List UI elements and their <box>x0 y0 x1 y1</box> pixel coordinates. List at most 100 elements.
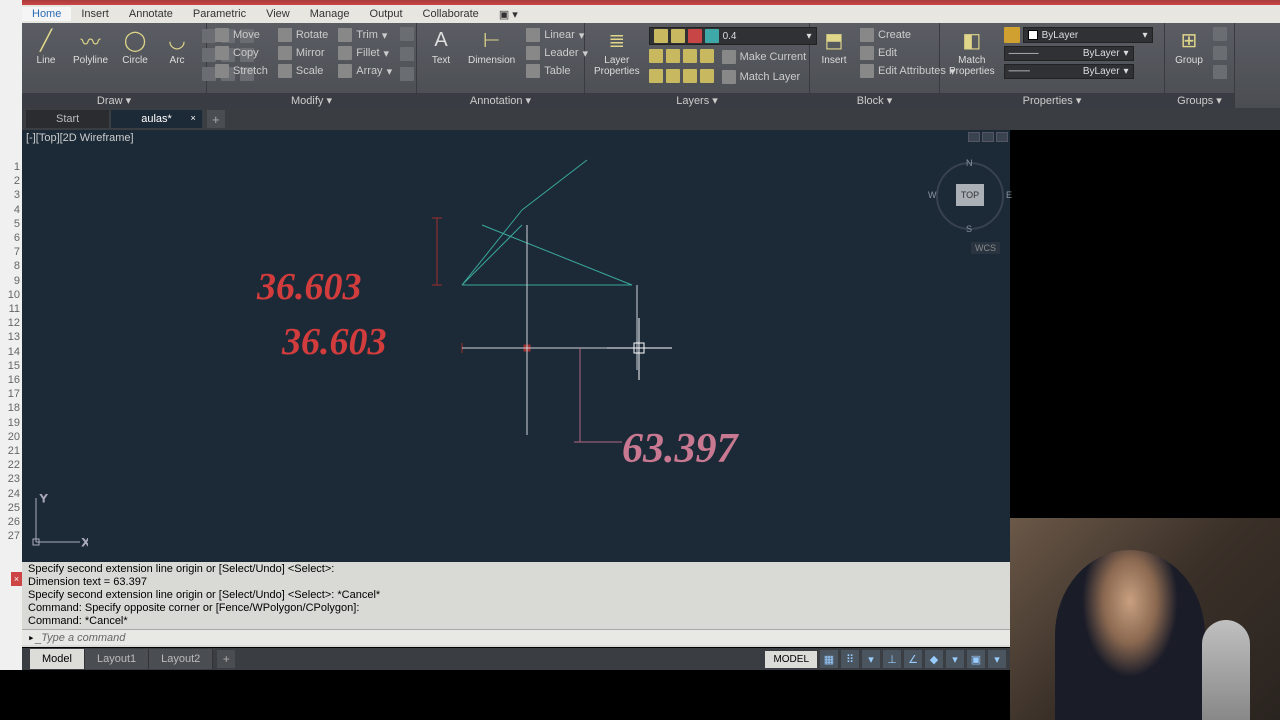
array-button[interactable]: Array ▾ <box>336 63 394 79</box>
color-swatch[interactable] <box>1004 27 1020 43</box>
status-polar[interactable]: ∠ <box>904 650 922 668</box>
add-tab-button[interactable]: + <box>207 110 225 128</box>
scale-button[interactable]: Scale <box>276 63 330 79</box>
make-current-button[interactable]: Make Current <box>720 49 809 65</box>
panel-block-label[interactable]: Block ▾ <box>810 93 939 108</box>
panel-layers-label[interactable]: Layers ▾ <box>585 93 809 108</box>
file-tabs: Start aulas*× + <box>22 108 1280 130</box>
status-iso[interactable]: ◆ <box>925 650 943 668</box>
panel-properties-label[interactable]: Properties ▾ <box>940 93 1164 108</box>
status-dyn[interactable]: ▾ <box>862 650 880 668</box>
tab-collaborate[interactable]: Collaborate <box>413 7 489 21</box>
tab-featured[interactable]: ▣ ▾ <box>489 7 528 22</box>
stretch-button[interactable]: Stretch <box>213 63 270 79</box>
panel-annotation-label[interactable]: Annotation ▾ <box>417 93 584 108</box>
add-layout[interactable]: + <box>217 650 235 668</box>
tab-parametric[interactable]: Parametric <box>183 7 256 21</box>
dimension-button[interactable]: ⊢Dimension <box>462 25 521 68</box>
command-input-row[interactable]: ▸_ Type a command <box>22 629 1010 645</box>
tab-manage[interactable]: Manage <box>300 7 360 21</box>
edit-icon <box>860 46 874 60</box>
mirror-icon <box>278 46 292 60</box>
tab-start[interactable]: Start <box>26 110 109 128</box>
drawing-canvas[interactable]: [-][Top][2D Wireframe] <box>22 130 1010 562</box>
panel-draw: ╱Line 〰Polyline ◯Circle ◡Arc Draw ▾ <box>22 23 207 108</box>
panel-modify-label[interactable]: Modify ▾ <box>207 93 416 108</box>
viewcube-w[interactable]: W <box>928 190 937 200</box>
match-properties-button[interactable]: ◧Match Properties <box>943 25 1001 79</box>
circle-button[interactable]: ◯Circle <box>114 25 156 68</box>
close-icon[interactable]: × <box>191 113 196 123</box>
viewcube[interactable]: TOP N S W E <box>934 160 1006 232</box>
match-layer-button[interactable]: Match Layer <box>720 69 803 85</box>
leader-icon <box>526 46 540 60</box>
move-button[interactable]: Move <box>213 27 270 43</box>
match-layer-icon <box>722 70 736 84</box>
tab-annotate[interactable]: Annotate <box>119 7 183 21</box>
status-model[interactable]: MODEL <box>765 651 817 668</box>
person-silhouette <box>1055 550 1205 720</box>
group-extra-2[interactable] <box>1213 46 1227 60</box>
group-extra-3[interactable] <box>1213 65 1227 79</box>
copy-button[interactable]: Copy <box>213 45 270 61</box>
modify-extra-3[interactable] <box>400 67 414 81</box>
layer-tools-icons[interactable] <box>649 69 714 85</box>
svg-text:Y: Y <box>40 493 48 505</box>
layer-state-icons[interactable] <box>649 49 714 65</box>
status-grid[interactable]: ▦ <box>820 650 838 668</box>
layer-properties-button[interactable]: ≣Layer Properties <box>588 25 646 79</box>
leader-button[interactable]: Leader ▾ <box>524 45 590 61</box>
tab-layout1[interactable]: Layout1 <box>85 649 149 669</box>
panel-draw-label[interactable]: Draw ▾ <box>22 93 206 108</box>
viewcube-top[interactable]: TOP <box>956 184 984 206</box>
move-icon <box>215 28 229 42</box>
line-button[interactable]: ╱Line <box>25 25 67 68</box>
ribbon-tabs: Home Insert Annotate Parametric View Man… <box>22 5 1280 23</box>
viewcube-e[interactable]: E <box>1006 190 1012 200</box>
wcs-label[interactable]: WCS <box>971 242 1000 254</box>
rotate-button[interactable]: Rotate <box>276 27 330 43</box>
insert-button[interactable]: ⬒Insert <box>813 25 855 68</box>
status-snap[interactable]: ⠿ <box>841 650 859 668</box>
status-more1[interactable]: ▾ <box>946 650 964 668</box>
table-button[interactable]: Table <box>524 63 590 79</box>
make-current-icon <box>722 50 736 64</box>
panel-groups-label[interactable]: Groups ▾ <box>1165 93 1234 108</box>
trim-button[interactable]: Trim ▾ <box>336 27 394 43</box>
dimension-text-1: 36.603 <box>257 265 362 309</box>
tab-layout2[interactable]: Layout2 <box>149 649 213 669</box>
linear-button[interactable]: Linear ▾ <box>524 27 590 43</box>
linetype-dropdown[interactable]: ───ByLayer▾ <box>1004 64 1134 79</box>
drawing-svg <box>22 130 1010 562</box>
modify-extra-1[interactable] <box>400 27 414 41</box>
status-ortho[interactable]: ⊥ <box>883 650 901 668</box>
ucs-icon: Y X <box>28 490 88 550</box>
mirror-button[interactable]: Mirror <box>276 45 330 61</box>
polyline-button[interactable]: 〰Polyline <box>67 25 114 68</box>
text-button[interactable]: AText <box>420 25 462 68</box>
color-dropdown[interactable]: ByLayer▾ <box>1023 27 1153 43</box>
group-extra-1[interactable] <box>1213 27 1227 41</box>
layer-dropdown[interactable]: 0.4 ▾ <box>649 27 817 45</box>
webcam-overlay <box>1010 518 1280 720</box>
status-more2[interactable]: ▾ <box>988 650 1006 668</box>
tab-output[interactable]: Output <box>360 7 413 21</box>
tab-insert[interactable]: Insert <box>71 7 119 21</box>
viewcube-s[interactable]: S <box>966 224 972 234</box>
panel-layers: ≣Layer Properties 0.4 ▾ Make Current Mat… <box>585 23 810 108</box>
command-close[interactable]: × <box>11 572 22 586</box>
dimension-icon: ⊢ <box>477 27 507 53</box>
tab-aulas[interactable]: aulas*× <box>111 110 202 128</box>
group-button[interactable]: ⊞Group <box>1168 25 1210 68</box>
fillet-button[interactable]: Fillet ▾ <box>336 45 394 61</box>
copy-icon <box>215 46 229 60</box>
tab-view[interactable]: View <box>256 7 300 21</box>
viewcube-n[interactable]: N <box>966 158 973 168</box>
status-3d[interactable]: ▣ <box>967 650 985 668</box>
arc-icon: ◡ <box>162 27 192 53</box>
tab-home[interactable]: Home <box>22 7 71 21</box>
tab-model[interactable]: Model <box>30 649 85 669</box>
lineweight-dropdown[interactable]: ———ByLayer▾ <box>1004 46 1134 61</box>
arc-button[interactable]: ◡Arc <box>156 25 198 68</box>
modify-extra-2[interactable] <box>400 47 414 61</box>
